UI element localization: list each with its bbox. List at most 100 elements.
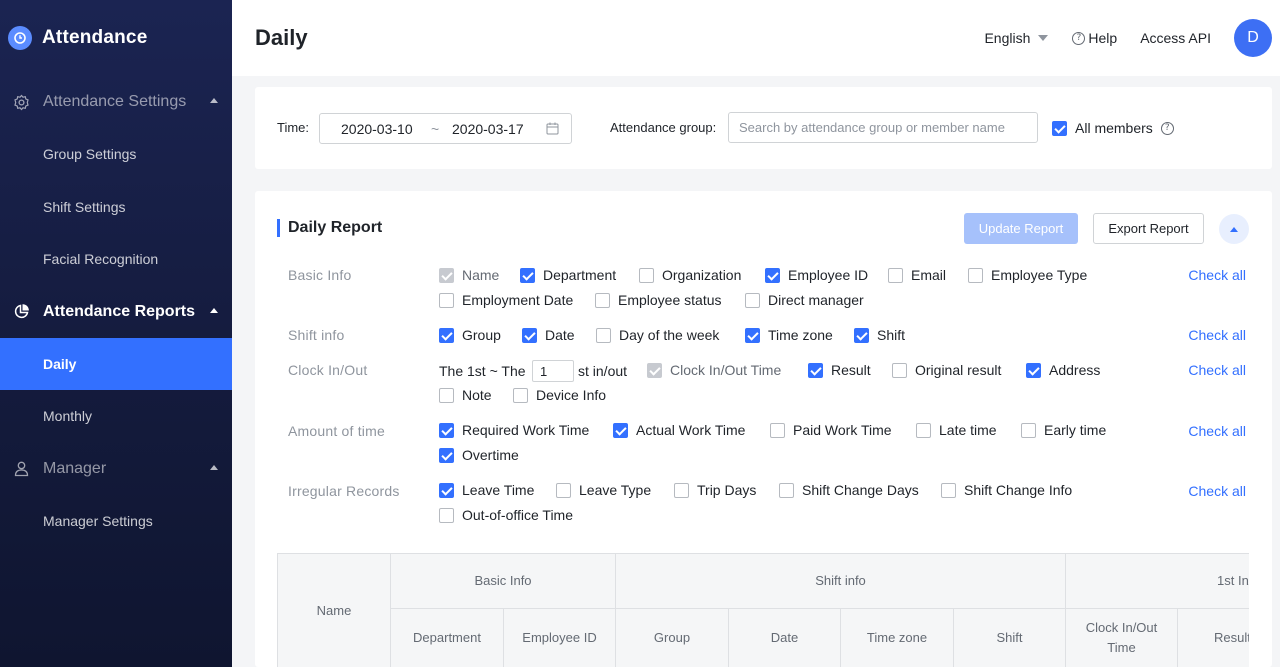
checkbox[interactable] bbox=[1026, 362, 1041, 378]
option-group[interactable]: Group bbox=[439, 327, 501, 343]
checkbox[interactable] bbox=[892, 362, 907, 378]
question-icon[interactable]: ? bbox=[1160, 121, 1174, 135]
option-shift[interactable]: Shift bbox=[854, 327, 905, 343]
checkbox[interactable] bbox=[439, 507, 454, 523]
checkbox[interactable] bbox=[808, 362, 823, 378]
option-leave-type[interactable]: Leave Type bbox=[556, 482, 651, 498]
option-email[interactable]: Email bbox=[888, 267, 946, 283]
sidebar-item-group-settings[interactable]: Group Settings bbox=[0, 128, 232, 181]
checkbox[interactable] bbox=[596, 327, 611, 343]
check-all-basic-info[interactable]: Check all bbox=[1188, 267, 1246, 283]
start-date[interactable]: 2020-03-10 bbox=[341, 121, 413, 137]
option-employee-id[interactable]: Employee ID bbox=[765, 267, 868, 283]
option-date[interactable]: Date bbox=[522, 327, 575, 343]
help-link[interactable]: ? Help bbox=[1072, 30, 1117, 46]
checkbox[interactable] bbox=[854, 327, 869, 343]
checkbox[interactable] bbox=[439, 422, 454, 438]
all-members-checkbox[interactable]: All members ? bbox=[1052, 120, 1177, 136]
option-trip-days[interactable]: Trip Days bbox=[674, 482, 756, 498]
checkbox[interactable] bbox=[916, 422, 931, 438]
checkbox[interactable] bbox=[613, 422, 628, 438]
report-title: Daily Report bbox=[277, 219, 382, 237]
option-address[interactable]: Address bbox=[1026, 362, 1100, 378]
option-result[interactable]: Result bbox=[808, 362, 871, 378]
option-department[interactable]: Department bbox=[520, 267, 616, 283]
option-shift-change-days[interactable]: Shift Change Days bbox=[779, 482, 919, 498]
checkbox[interactable] bbox=[439, 482, 454, 498]
option-note[interactable]: Note bbox=[439, 387, 492, 403]
option-employee-status[interactable]: Employee status bbox=[595, 292, 722, 308]
sidebar-item-daily[interactable]: Daily bbox=[0, 337, 232, 390]
language-select[interactable]: English bbox=[984, 30, 1049, 46]
checkbox[interactable] bbox=[968, 267, 983, 283]
nav-group-attendance-settings[interactable]: Attendance Settings bbox=[0, 76, 232, 128]
clock-count-input[interactable] bbox=[532, 360, 574, 382]
chevron-down-icon bbox=[1038, 35, 1049, 41]
checkbox[interactable] bbox=[556, 482, 571, 498]
update-report-button[interactable]: Update Report bbox=[964, 213, 1078, 244]
search-input[interactable] bbox=[728, 112, 1038, 143]
sidebar-item-manager-settings[interactable]: Manager Settings bbox=[0, 495, 232, 548]
checkbox[interactable] bbox=[765, 267, 780, 283]
access-api-link[interactable]: Access API bbox=[1140, 30, 1211, 46]
checkbox[interactable] bbox=[439, 387, 454, 403]
nav-group-manager[interactable]: Manager bbox=[0, 443, 232, 495]
checkbox[interactable] bbox=[439, 447, 454, 463]
table-header-department: Department bbox=[391, 609, 504, 667]
option-actual-work-time[interactable]: Actual Work Time bbox=[613, 422, 745, 438]
option-label: Original result bbox=[915, 362, 1002, 378]
checkbox[interactable] bbox=[1021, 422, 1036, 438]
sidebar-item-facial-recognition[interactable]: Facial Recognition bbox=[0, 233, 232, 286]
option-day-of-week[interactable]: Day of the week bbox=[596, 327, 719, 343]
option-direct-manager[interactable]: Direct manager bbox=[745, 292, 864, 308]
checkbox[interactable] bbox=[745, 292, 760, 308]
checkbox[interactable] bbox=[674, 482, 689, 498]
check-all-shift-info[interactable]: Check all bbox=[1188, 327, 1246, 343]
option-employee-type[interactable]: Employee Type bbox=[968, 267, 1087, 283]
nav-group-attendance-reports[interactable]: Attendance Reports bbox=[0, 286, 232, 338]
check-all-irregular-records[interactable]: Check all bbox=[1188, 483, 1246, 499]
option-early-time[interactable]: Early time bbox=[1021, 422, 1106, 438]
clock-suffix: st in/out bbox=[578, 363, 628, 379]
check-all-clock-in-out[interactable]: Check all bbox=[1188, 362, 1246, 378]
checkbox[interactable] bbox=[779, 482, 794, 498]
checkbox[interactable] bbox=[888, 267, 903, 283]
option-overtime[interactable]: Overtime bbox=[439, 447, 519, 463]
checkbox[interactable] bbox=[639, 267, 654, 283]
option-leave-time[interactable]: Leave Time bbox=[439, 482, 534, 498]
collapse-button[interactable] bbox=[1219, 214, 1249, 244]
checkbox[interactable] bbox=[439, 292, 454, 308]
option-label: Direct manager bbox=[768, 292, 864, 308]
option-out-of-office-time[interactable]: Out-of-office Time bbox=[439, 507, 573, 523]
option-shift-change-info[interactable]: Shift Change Info bbox=[941, 482, 1072, 498]
sidebar-item-monthly[interactable]: Monthly bbox=[0, 390, 232, 443]
checkbox[interactable] bbox=[439, 327, 454, 343]
option-employment-date[interactable]: Employment Date bbox=[439, 292, 573, 308]
checkbox bbox=[647, 362, 662, 378]
checkbox[interactable] bbox=[941, 482, 956, 498]
avatar[interactable]: D bbox=[1234, 19, 1272, 57]
option-organization[interactable]: Organization bbox=[639, 267, 741, 283]
checkbox[interactable] bbox=[513, 387, 528, 403]
checkbox[interactable] bbox=[770, 422, 785, 438]
check-all-amount-of-time[interactable]: Check all bbox=[1188, 423, 1246, 439]
end-date[interactable]: 2020-03-17 bbox=[452, 121, 524, 137]
option-required-work-time[interactable]: Required Work Time bbox=[439, 422, 589, 438]
checkbox[interactable] bbox=[595, 292, 610, 308]
date-range-picker[interactable]: 2020-03-10 ~ 2020-03-17 bbox=[319, 113, 572, 144]
option-late-time[interactable]: Late time bbox=[916, 422, 997, 438]
checkbox[interactable] bbox=[745, 327, 760, 343]
checkbox[interactable] bbox=[1052, 120, 1067, 136]
option-paid-work-time[interactable]: Paid Work Time bbox=[770, 422, 892, 438]
option-label: Employee status bbox=[618, 292, 722, 308]
checkbox[interactable] bbox=[522, 327, 537, 343]
option-time-zone[interactable]: Time zone bbox=[745, 327, 833, 343]
option-device-info[interactable]: Device Info bbox=[513, 387, 606, 403]
checkbox[interactable] bbox=[520, 267, 535, 283]
calendar-icon[interactable] bbox=[546, 122, 559, 138]
export-report-button[interactable]: Export Report bbox=[1093, 213, 1204, 244]
option-label: Actual Work Time bbox=[636, 422, 746, 438]
option-original-result[interactable]: Original result bbox=[892, 362, 1001, 378]
sidebar-item-shift-settings[interactable]: Shift Settings bbox=[0, 181, 232, 234]
option-label: Group bbox=[462, 327, 501, 343]
